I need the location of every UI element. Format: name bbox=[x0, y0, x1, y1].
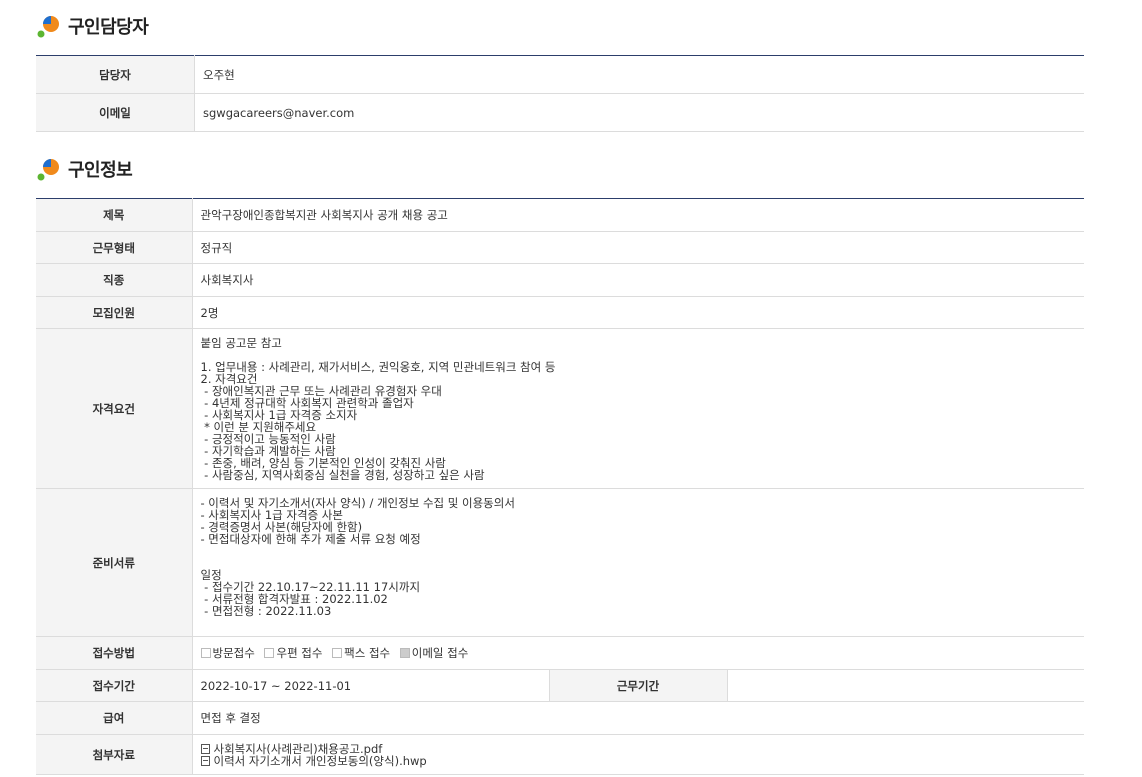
table-row: 제목 관악구장애인종합복지관 사회복지사 공개 채용 공고 bbox=[36, 198, 1084, 232]
fax-checkbox[interactable] bbox=[332, 648, 343, 658]
table-row: 이메일 sgwgacareers@naver.com bbox=[36, 93, 1084, 132]
job-category-value: 사회복지사 bbox=[192, 263, 1084, 297]
mail-checkbox[interactable] bbox=[264, 648, 275, 658]
file-icon bbox=[200, 743, 210, 754]
application-method-label: 접수방법 bbox=[36, 636, 193, 670]
attachments-label: 첨부자료 bbox=[36, 734, 193, 775]
email-checkbox[interactable] bbox=[399, 648, 410, 658]
table-row: 근무형태 정규직 bbox=[36, 231, 1084, 264]
job-section-header: 구인정보 bbox=[36, 155, 133, 183]
table-row: 모집인원 2명 bbox=[36, 296, 1084, 329]
requirements-label: 자격요건 bbox=[36, 328, 193, 489]
visit-option[interactable]: 방문접수 bbox=[200, 646, 255, 660]
table-row: 접수방법 방문접수 우편 접수 팩스 접수 이메일 접수 bbox=[36, 636, 1084, 670]
job-category-label: 직종 bbox=[36, 263, 193, 297]
email-label: 이메일 bbox=[36, 93, 195, 132]
email-option[interactable]: 이메일 접수 bbox=[399, 646, 468, 660]
table-row: 담당자 오주현 bbox=[36, 55, 1084, 94]
requirements-value: 붙임 공고문 참고 1. 업무내용 : 사례관리, 재가서비스, 권익옹호, 지… bbox=[192, 328, 1084, 489]
visit-checkbox[interactable] bbox=[200, 648, 211, 658]
table-row: 접수기간 2022-10-17 ~ 2022-11-01 근무기간 bbox=[36, 669, 1084, 702]
headcount-value: 2명 bbox=[192, 296, 1084, 329]
employment-type-label: 근무형태 bbox=[36, 231, 193, 264]
subject-value: 관악구장애인종합복지관 사회복지사 공개 채용 공고 bbox=[192, 198, 1084, 232]
contact-table: 담당자 오주현 이메일 sgwgacareers@naver.com bbox=[36, 55, 1084, 132]
fax-option[interactable]: 팩스 접수 bbox=[332, 646, 390, 660]
application-period-label: 접수기간 bbox=[36, 669, 193, 702]
contact-section-header: 구인담당자 bbox=[36, 12, 149, 40]
manager-value: 오주현 bbox=[194, 55, 1084, 94]
manager-label: 담당자 bbox=[36, 55, 195, 94]
email-value: sgwgacareers@naver.com bbox=[194, 93, 1084, 132]
work-period-value bbox=[727, 669, 1084, 702]
documents-label: 준비서류 bbox=[36, 488, 193, 637]
attachments-list: 사회복지사(사례관리)채용공고.pdf 이력서 자기소개서 개인정보동의(양식)… bbox=[192, 734, 1084, 775]
application-method-options: 방문접수 우편 접수 팩스 접수 이메일 접수 bbox=[192, 636, 1084, 670]
section-logo-icon bbox=[36, 13, 62, 39]
documents-value: - 이력서 및 자기소개서(자사 양식) / 개인정보 수집 및 이용동의서 -… bbox=[192, 488, 1084, 637]
table-row: 자격요건 붙임 공고문 참고 1. 업무내용 : 사례관리, 재가서비스, 권익… bbox=[36, 328, 1084, 489]
attachment-link[interactable]: 이력서 자기소개서 개인정보동의(양식).hwp bbox=[200, 755, 1077, 767]
table-row: 첨부자료 사회복지사(사례관리)채용공고.pdf 이력서 자기소개서 개인정보동… bbox=[36, 734, 1084, 775]
headcount-label: 모집인원 bbox=[36, 296, 193, 329]
subject-label: 제목 bbox=[36, 198, 193, 232]
contact-section-title: 구인담당자 bbox=[68, 17, 149, 38]
employment-type-value: 정규직 bbox=[192, 231, 1084, 264]
job-section-title: 구인정보 bbox=[68, 160, 133, 181]
mail-option[interactable]: 우편 접수 bbox=[264, 646, 322, 660]
section-logo-icon bbox=[36, 156, 62, 182]
table-row: 직종 사회복지사 bbox=[36, 263, 1084, 297]
salary-value: 면접 후 결정 bbox=[192, 701, 1084, 735]
salary-label: 급여 bbox=[36, 701, 193, 735]
application-period-value: 2022-10-17 ~ 2022-11-01 bbox=[192, 669, 549, 702]
table-row: 급여 면접 후 결정 bbox=[36, 701, 1084, 735]
job-info-table: 제목 관악구장애인종합복지관 사회복지사 공개 채용 공고 근무형태 정규직 직… bbox=[36, 198, 1084, 775]
file-icon bbox=[200, 755, 210, 766]
work-period-label: 근무기간 bbox=[548, 669, 728, 702]
table-row: 준비서류 - 이력서 및 자기소개서(자사 양식) / 개인정보 수집 및 이용… bbox=[36, 488, 1084, 637]
